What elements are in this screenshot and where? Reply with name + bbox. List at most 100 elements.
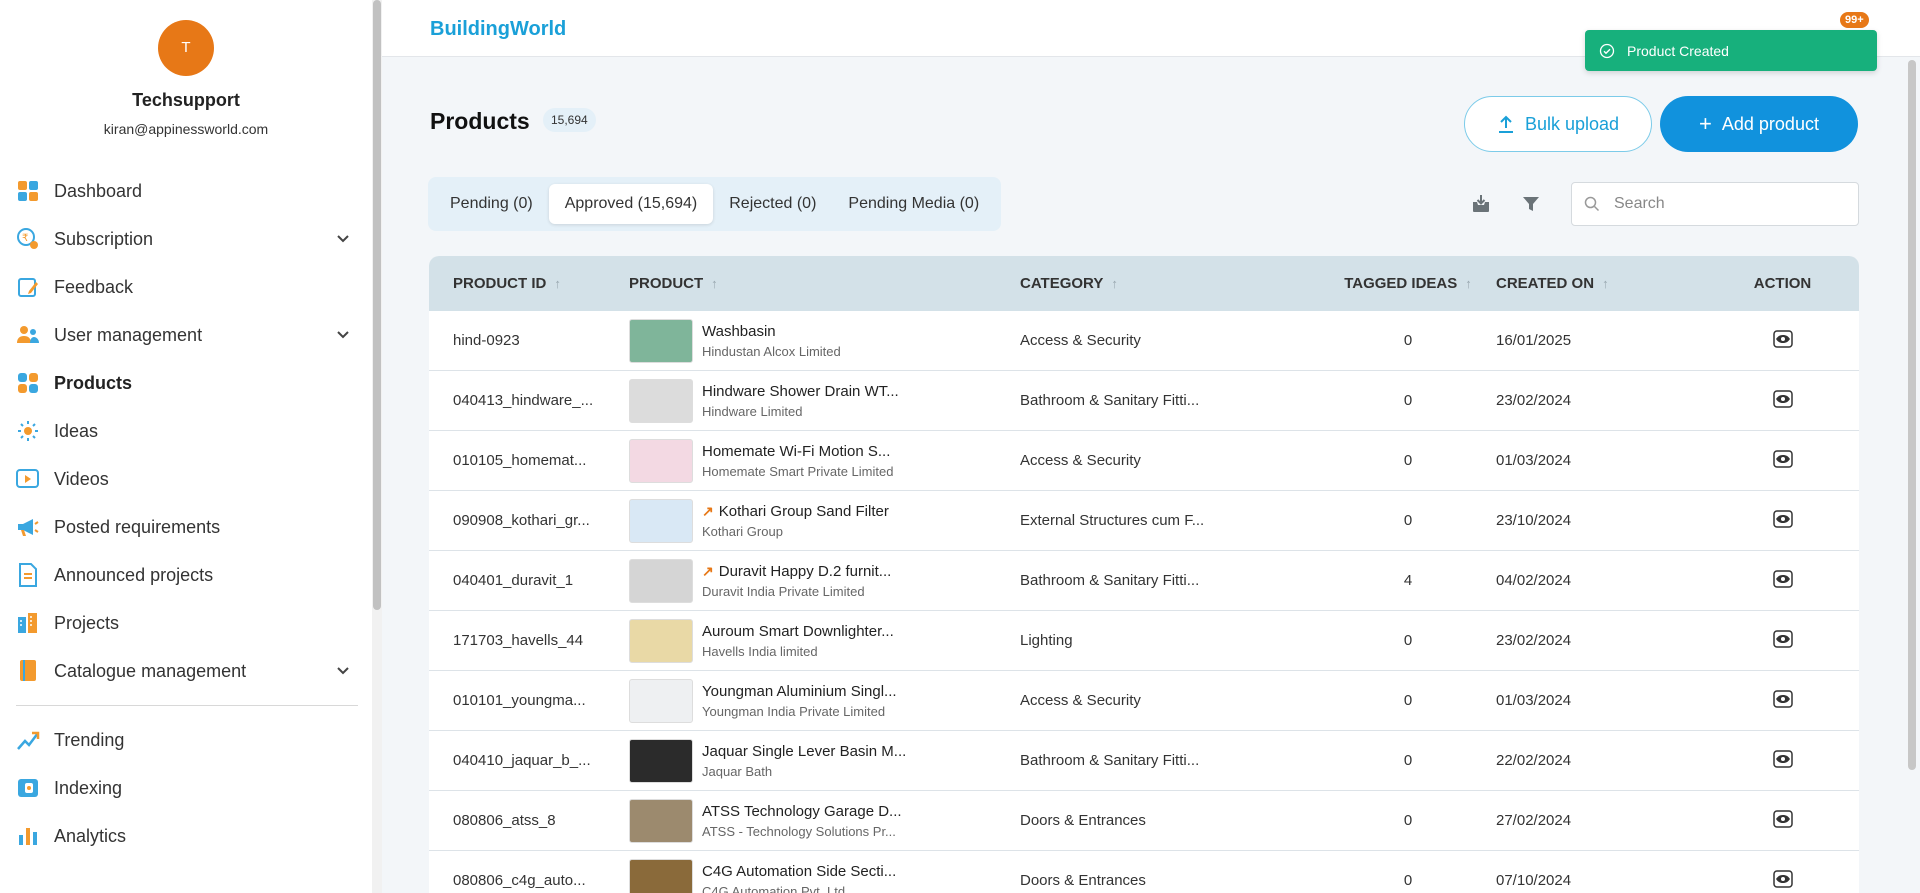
column-header-label: PRODUCT (629, 275, 704, 292)
product-thumbnail (629, 858, 693, 893)
bulk-upload-button[interactable]: Bulk upload (1464, 96, 1652, 152)
view-icon[interactable] (1772, 749, 1793, 772)
product-company: Homemate Smart Private Limited (702, 463, 894, 479)
chevron-down-icon[interactable] (336, 232, 350, 251)
chevron-down-icon[interactable] (336, 664, 350, 683)
sort-arrow-icon[interactable]: ↑ (1111, 276, 1118, 291)
product-name: Washbasin (702, 322, 776, 340)
view-icon[interactable] (1772, 629, 1793, 652)
sort-arrow-icon[interactable]: ↑ (711, 276, 718, 291)
sidebar-item-user-management[interactable]: User management (0, 311, 372, 359)
product-name: Homemate Wi-Fi Motion S... (702, 442, 891, 460)
table-header: PRODUCT ID ↑ PRODUCT ↑ CATEGORY ↑ TAGGED IDEAS… (429, 256, 1859, 311)
sort-arrow-icon[interactable]: ↑ (1602, 276, 1609, 291)
tab-pending-media[interactable]: Pending Media (0) (832, 184, 995, 224)
table-body: hind-0923 Washbasin Hindustan Alcox Limite… (429, 311, 1859, 893)
view-icon[interactable] (1772, 869, 1793, 892)
sidebar-item-label: Trending (54, 729, 125, 750)
column-header-product[interactable]: PRODUCT ↑ (629, 275, 1020, 292)
view-icon[interactable] (1772, 329, 1793, 352)
view-icon[interactable] (1772, 689, 1793, 712)
product-cell: Hindware Shower Drain WT... Hindware Limi… (629, 378, 1020, 423)
view-icon[interactable] (1772, 449, 1793, 472)
check-circle-icon (1599, 43, 1615, 58)
product-category: Bathroom & Sanitary Fitti... (1020, 572, 1200, 589)
product-name: ATSS Technology Garage D... (702, 802, 902, 820)
filter-icon[interactable] (1518, 191, 1544, 217)
column-header-created-on[interactable]: CREATED ON ↑ (1496, 275, 1706, 292)
search-box (1571, 182, 1859, 226)
sidebar-item-label: Subscription (54, 228, 154, 249)
product-company: Jaquar Bath (702, 763, 773, 779)
add-product-button[interactable]: + Add product (1660, 96, 1858, 152)
sidebar-item-label: Catalogue management (54, 660, 247, 681)
view-icon[interactable] (1772, 509, 1793, 532)
sort-arrow-icon[interactable]: ↑ (554, 276, 561, 291)
sidebar-item-label: Projects (54, 612, 120, 633)
table-row[interactable]: 080806_atss_8 ATSS Technology Garage D...… (429, 791, 1859, 851)
column-header-product-id[interactable]: PRODUCT ID ↑ (429, 275, 629, 292)
chevron-down-icon[interactable] (336, 328, 350, 347)
sidebar-item-products[interactable]: Products (0, 359, 372, 407)
dashboard-icon (16, 179, 40, 203)
table-row[interactable]: 080806_c4g_auto... C4G Automation Side Se… (429, 851, 1859, 893)
table-row[interactable]: 040413_hindware_... Hindware Shower Drain… (429, 371, 1859, 431)
product-id: 080806_atss_8 (453, 812, 556, 829)
product-id: 010101_youngma... (453, 692, 586, 709)
created-on-date: 01/03/2024 (1496, 452, 1572, 469)
sidebar-item-feedback[interactable]: Feedback (0, 263, 372, 311)
table-row[interactable]: 010105_homemat... Homemate Wi-Fi Motion S… (429, 431, 1859, 491)
sidebar-item-posted-requirements[interactable]: Posted requirements (0, 503, 372, 551)
table-row[interactable]: 171703_havells_44 Auroum Smart Downlighte… (429, 611, 1859, 671)
sidebar-item-label: Feedback (54, 276, 134, 297)
product-name: Kothari Group Sand Filter (718, 502, 889, 520)
column-header-category[interactable]: CATEGORY ↑ (1020, 275, 1320, 292)
column-header-tagged-ideas[interactable]: TAGGED IDEAS ↑ (1320, 275, 1496, 292)
avatar[interactable]: T (158, 20, 214, 76)
profile-name: Techsupport (132, 90, 240, 110)
view-icon[interactable] (1772, 569, 1793, 592)
page-title: Products (430, 108, 530, 134)
sidebar-item-subscription[interactable]: ₹ Subscription (0, 215, 372, 263)
product-category: Doors & Entrances (1020, 812, 1146, 829)
view-icon[interactable] (1772, 389, 1793, 412)
tagged-ideas-count: 0 (1403, 752, 1413, 769)
tab-rejected[interactable]: Rejected (0) (713, 184, 832, 224)
table-row[interactable]: 040410_jaquar_b_... Jaquar Single Lever B… (429, 731, 1859, 791)
sidebar-item-dashboard[interactable]: Dashboard (0, 167, 372, 215)
main-scrollbar[interactable] (1908, 60, 1916, 770)
sidebar-item-announced-projects[interactable]: Announced projects (0, 551, 372, 599)
table-row[interactable]: 040401_duravit_1 ↗ Duravit Happy D.2 furni… (429, 551, 1859, 611)
sidebar-item-analytics[interactable]: Analytics (0, 812, 372, 860)
product-category: Doors & Entrances (1020, 872, 1146, 889)
search-input[interactable] (1614, 183, 1854, 225)
product-cell: ATSS Technology Garage D... ATSS - Techno… (629, 798, 1020, 843)
download-icon[interactable] (1468, 191, 1494, 217)
product-category: Access & Security (1020, 452, 1141, 469)
sidebar-item-label: Dashboard (54, 180, 143, 201)
view-icon[interactable] (1772, 809, 1793, 832)
upload-icon (1498, 115, 1513, 133)
table-row[interactable]: 010101_youngma... Youngman Aluminium Sing… (429, 671, 1859, 731)
tab-pending[interactable]: Pending (0) (434, 184, 549, 224)
sort-arrow-icon[interactable]: ↑ (1465, 276, 1472, 291)
product-thumbnail (629, 318, 693, 363)
sidebar-item-trending[interactable]: Trending (0, 716, 372, 764)
tab-approved[interactable]: Approved (15,694) (548, 184, 714, 224)
subscription-icon: ₹ (16, 227, 40, 251)
notification-badge[interactable]: 99+ (1840, 12, 1869, 28)
sidebar-item-indexing[interactable]: Indexing (0, 764, 372, 812)
column-header-label: ACTION (1753, 275, 1812, 292)
sidebar-item-label: Analytics (54, 825, 127, 846)
sidebar-scrollbar[interactable] (373, 0, 381, 610)
table-row[interactable]: hind-0923 Washbasin Hindustan Alcox Limite… (429, 311, 1859, 371)
product-cell: Jaquar Single Lever Basin M... Jaquar Bat… (629, 738, 1020, 783)
sidebar-item-projects[interactable]: Projects (0, 599, 372, 647)
sidebar-item-videos[interactable]: Videos (0, 455, 372, 503)
column-header-label: TAGGED IDEAS (1344, 275, 1458, 292)
table-row[interactable]: 090908_kothari_gr... ↗ Kothari Group Sand … (429, 491, 1859, 551)
sidebar-item-ideas[interactable]: Ideas (0, 407, 372, 455)
product-thumbnail (629, 438, 693, 483)
brand-logo[interactable]: BuildingWorld (430, 18, 566, 41)
sidebar-item-catalogue-management[interactable]: Catalogue management (0, 647, 372, 695)
